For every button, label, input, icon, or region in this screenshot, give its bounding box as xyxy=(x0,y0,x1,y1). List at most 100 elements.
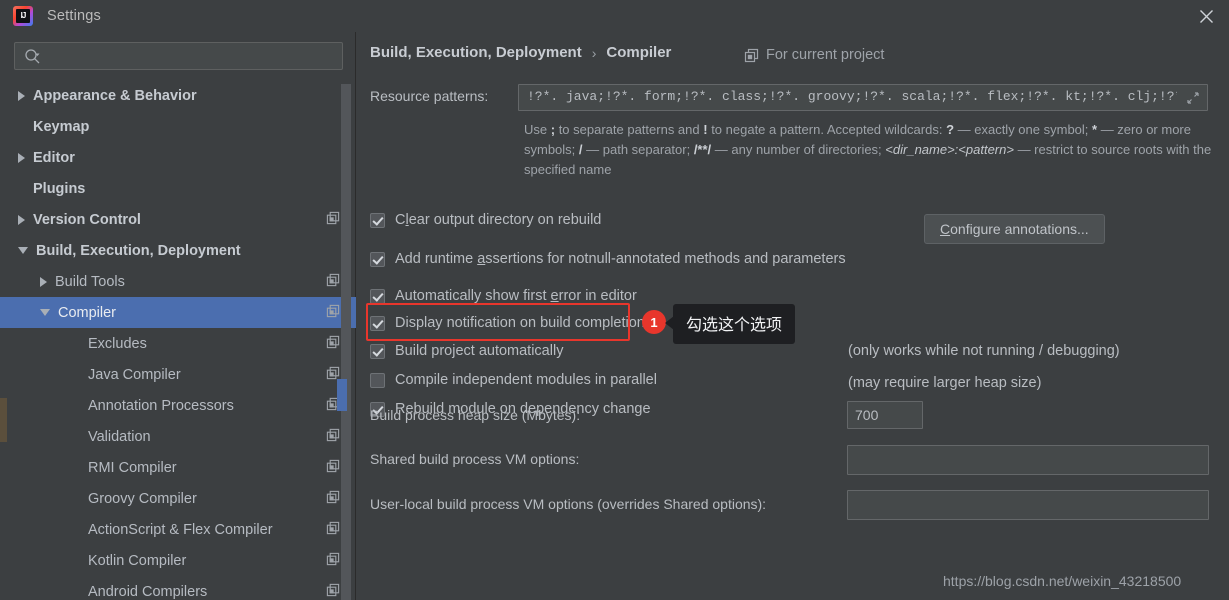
sidebar-scrollbar-thumb[interactable] xyxy=(337,379,347,411)
compiler-settings-panel: Build, Execution, Deployment › Compiler … xyxy=(357,32,1229,600)
sidebar-item-label: Plugins xyxy=(33,180,86,197)
field-input-2[interactable] xyxy=(847,490,1209,520)
search-input[interactable] xyxy=(47,43,336,69)
project-scope-icon xyxy=(326,335,340,353)
sidebar-item-label: Java Compiler xyxy=(88,366,181,383)
checkbox-unchecked-icon[interactable] xyxy=(370,372,385,388)
sidebar-item-label: Annotation Processors xyxy=(88,397,234,414)
chevron-down-icon[interactable] xyxy=(40,309,50,316)
resource-patterns-field[interactable]: !?*. java;!?*. form;!?*. class;!?*. groo… xyxy=(518,84,1208,111)
close-icon[interactable] xyxy=(1183,0,1229,32)
checkbox-label: Automatically show first error in editor xyxy=(395,288,637,304)
sidebar-item-java-compiler[interactable]: Java Compiler xyxy=(0,359,356,390)
search-area xyxy=(0,32,355,70)
title-bar: IJ Settings xyxy=(0,0,1229,32)
field-label: Build process heap size (Mbytes): xyxy=(370,407,581,423)
expand-icon[interactable] xyxy=(1185,90,1201,106)
sidebar-item-actionscript-flex-compiler[interactable]: ActionScript & Flex Compiler xyxy=(0,514,356,545)
sidebar-item-label: Android Compilers xyxy=(88,583,208,600)
field-label: Shared build process VM options: xyxy=(370,451,580,467)
sidebar-item-label: RMI Compiler xyxy=(88,459,177,476)
project-scope-icon xyxy=(326,490,340,508)
sidebar-item-annotation-processors[interactable]: Annotation Processors xyxy=(0,390,356,421)
watermark: https://blog.csdn.net/weixin_43218500 xyxy=(943,573,1182,589)
settings-sidebar: Appearance & Behavior Keymap Editor Plugins… xyxy=(0,32,356,600)
note-text: (may require larger heap size) xyxy=(848,375,1042,391)
sidebar-scrollbar-track[interactable] xyxy=(337,84,351,600)
project-scope-icon xyxy=(326,521,340,539)
sidebar-item-keymap[interactable]: Keymap xyxy=(0,111,356,142)
sidebar-item-label: Version Control xyxy=(33,211,141,228)
sidebar-item-compiler[interactable]: Compiler xyxy=(0,297,356,328)
project-scope-icon xyxy=(326,428,340,446)
chevron-right-icon[interactable] xyxy=(40,276,47,287)
sidebar-item-label: Groovy Compiler xyxy=(88,490,197,507)
sidebar-item-version-control[interactable]: Version Control xyxy=(0,204,356,235)
checkbox-checked-icon[interactable] xyxy=(370,288,385,304)
checkbox-row-build-project-automatically[interactable]: Build project automatically xyxy=(370,343,563,359)
checkbox-label: Display notification on build completion xyxy=(395,315,645,331)
sidebar-item-rmi-compiler[interactable]: RMI Compiler xyxy=(0,452,356,483)
breadcrumb-current: Compiler xyxy=(606,44,672,61)
configure-annotations-button[interactable]: Configure annotations... xyxy=(924,214,1105,244)
checkbox-row-clear-output-directory-on-rebuild[interactable]: Clear output directory on rebuild xyxy=(370,212,601,228)
window-title: Settings xyxy=(47,8,101,24)
checkbox-label: Build project automatically xyxy=(395,343,564,359)
annotation-callout: 勾选这个选项 xyxy=(664,304,796,344)
sidebar-item-label: Build, Execution, Deployment xyxy=(36,242,241,259)
field-input-0[interactable] xyxy=(847,401,923,429)
window-edge-artifact xyxy=(0,398,7,442)
checkbox-row-display-notification-on-build-completion[interactable]: Display notification on build completion xyxy=(370,315,645,331)
checkbox-checked-icon[interactable] xyxy=(370,343,385,359)
breadcrumb-separator-icon: › xyxy=(591,44,597,61)
project-scope-icon xyxy=(744,48,759,63)
sidebar-item-label: Kotlin Compiler xyxy=(88,552,187,569)
chevron-right-icon[interactable] xyxy=(18,214,25,225)
sidebar-item-build-tools[interactable]: Build Tools xyxy=(0,266,356,297)
checkbox-checked-icon[interactable] xyxy=(370,251,385,267)
sidebar-item-validation[interactable]: Validation xyxy=(0,421,356,452)
sidebar-item-label: Excludes xyxy=(88,335,147,352)
for-current-project-text: For current project xyxy=(766,47,885,63)
sidebar-item-build-execution-deployment[interactable]: Build, Execution, Deployment xyxy=(0,235,356,266)
field-input-1[interactable] xyxy=(847,445,1209,475)
chevron-down-icon[interactable] xyxy=(18,247,28,254)
settings-tree: Appearance & Behavior Keymap Editor Plugins… xyxy=(0,80,356,600)
sidebar-item-kotlin-compiler[interactable]: Kotlin Compiler xyxy=(0,545,356,576)
checkbox-label: Clear output directory on rebuild xyxy=(395,212,602,228)
configure-annotations-mnemonic: C xyxy=(940,221,951,237)
resource-patterns-label: Resource patterns: xyxy=(370,88,489,104)
note-text: (only works while not running / debuggin… xyxy=(848,343,1120,359)
sidebar-item-appearance-behavior[interactable]: Appearance & Behavior xyxy=(0,80,356,111)
search-icon xyxy=(24,48,41,65)
checkbox-row-compile-independent-modules-in-parallel[interactable]: Compile independent modules in parallel xyxy=(370,372,657,388)
sidebar-item-android-compilers[interactable]: Android Compilers xyxy=(0,576,356,600)
for-current-project-label: For current project xyxy=(744,47,884,63)
project-scope-icon xyxy=(326,583,340,600)
project-scope-icon xyxy=(326,273,340,291)
chevron-right-icon[interactable] xyxy=(18,90,25,101)
sidebar-item-label: Compiler xyxy=(58,304,117,321)
search-box[interactable] xyxy=(14,42,343,70)
breadcrumb-parent[interactable]: Build, Execution, Deployment xyxy=(370,44,582,61)
resource-patterns-value: !?*. java;!?*. form;!?*. class;!?*. groo… xyxy=(527,89,1177,104)
sidebar-item-label: Build Tools xyxy=(55,273,125,290)
checkbox-checked-icon[interactable] xyxy=(370,315,385,331)
sidebar-item-groovy-compiler[interactable]: Groovy Compiler xyxy=(0,483,356,514)
sidebar-item-label: ActionScript & Flex Compiler xyxy=(88,521,273,538)
resource-patterns-help: Use ; to separate patterns and ! to nega… xyxy=(524,122,1212,177)
chevron-right-icon[interactable] xyxy=(18,152,25,163)
intellij-idea-icon: IJ xyxy=(13,6,33,26)
checkbox-row-automatically-show-first-error-in-editor[interactable]: Automatically show first error in editor xyxy=(370,288,637,304)
checkbox-row-add-runtime-assertions-for-notnull-annotated-methods-and-parameters[interactable]: Add runtime assertions for notnull-annot… xyxy=(370,251,846,267)
checkbox-label: Compile independent modules in parallel xyxy=(395,372,657,388)
project-scope-icon xyxy=(326,552,340,570)
checkbox-label: Add runtime assertions for notnull-annot… xyxy=(395,251,846,267)
sidebar-item-excludes[interactable]: Excludes xyxy=(0,328,356,359)
project-scope-icon xyxy=(326,459,340,477)
sidebar-item-editor[interactable]: Editor xyxy=(0,142,356,173)
sidebar-item-plugins[interactable]: Plugins xyxy=(0,173,356,204)
checkbox-checked-icon[interactable] xyxy=(370,212,385,228)
sidebar-item-label: Keymap xyxy=(33,118,90,135)
project-scope-icon xyxy=(326,304,340,322)
